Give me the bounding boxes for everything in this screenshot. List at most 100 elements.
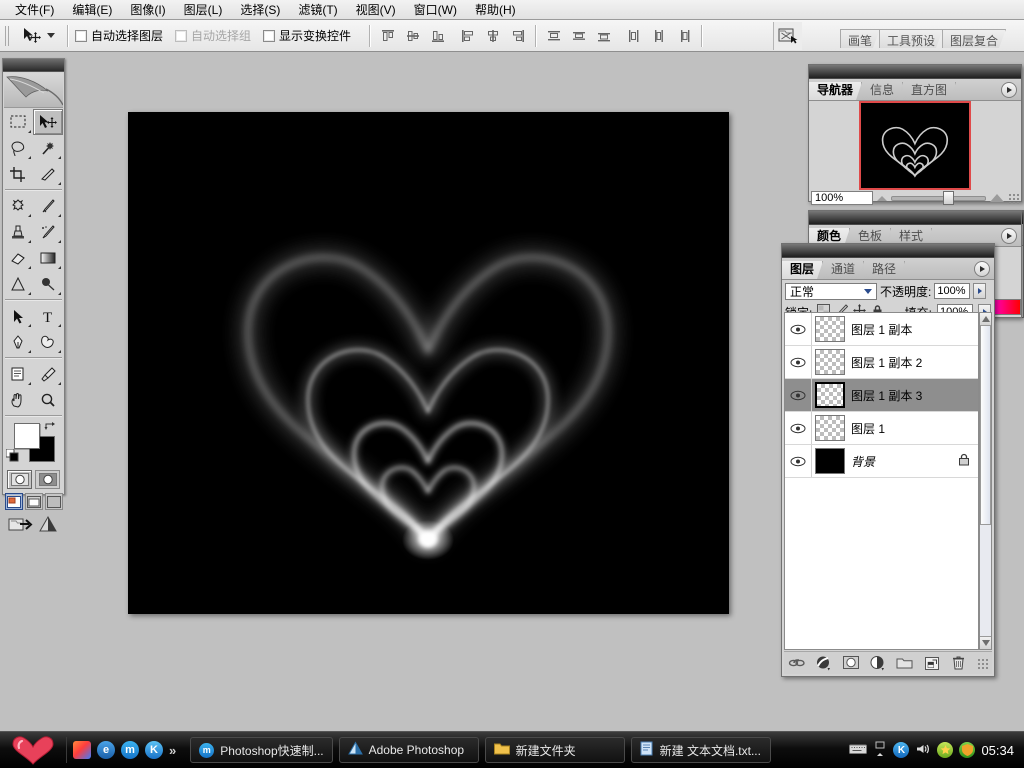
swap-colors-icon[interactable] — [44, 420, 56, 434]
menu-view[interactable]: 视图(V) — [347, 0, 405, 20]
custom-shape-tool-icon[interactable] — [33, 329, 63, 355]
blend-mode-select[interactable]: 正常 — [785, 282, 877, 300]
dodge-tool-icon[interactable] — [33, 271, 63, 297]
new-adjustment-layer-button[interactable] — [869, 654, 887, 672]
distribute-left-edges-icon[interactable] — [623, 25, 645, 47]
notes-tool-icon[interactable] — [3, 361, 33, 387]
file-browser-button[interactable] — [773, 22, 802, 50]
zoom-out-icon[interactable] — [877, 195, 887, 201]
volume-icon[interactable] — [915, 742, 931, 759]
layer-thumbnail[interactable] — [815, 415, 845, 441]
menu-image[interactable]: 图像(I) — [121, 0, 174, 20]
menu-file[interactable]: 文件(F) — [6, 0, 63, 20]
rectangular-marquee-tool-icon[interactable] — [3, 109, 33, 135]
hand-tool-icon[interactable] — [3, 387, 33, 413]
tool-preset-chevron-down-icon[interactable] — [47, 33, 55, 38]
layer-list-scrollbar[interactable] — [979, 312, 992, 650]
layer-name[interactable]: 图层 1 副本 3 — [851, 387, 978, 404]
magic-wand-tool-icon[interactable] — [33, 135, 63, 161]
pen-tool-icon[interactable] — [3, 329, 33, 355]
align-left-edges-icon[interactable] — [457, 25, 479, 47]
zoom-in-icon[interactable] — [990, 194, 1004, 202]
clone-stamp-tool-icon[interactable] — [3, 219, 33, 245]
shield-icon[interactable] — [959, 742, 976, 758]
heart-start-button[interactable] — [0, 732, 66, 768]
tab-info[interactable]: 信息 — [862, 82, 903, 100]
navigator-thumbnail[interactable] — [859, 101, 971, 190]
align-bottom-edges-icon[interactable] — [427, 25, 449, 47]
full-screen-mode-button[interactable] — [44, 493, 63, 510]
show-transform-controls-checkbox[interactable]: 显示变换控件 — [263, 27, 351, 44]
brush-tool-icon[interactable] — [33, 193, 63, 219]
jump-to-imageready-button[interactable] — [8, 515, 34, 538]
tab-layers[interactable]: 图层 — [782, 261, 823, 279]
palette-tab-tool-presets[interactable]: 工具预设 — [879, 29, 943, 48]
layer-thumbnail[interactable] — [815, 316, 845, 342]
menu-edit[interactable]: 编辑(E) — [63, 0, 121, 20]
task-button[interactable]: Adobe Photoshop — [338, 737, 479, 763]
layer-name[interactable]: 图层 1 副本 — [851, 321, 978, 338]
layer-name[interactable]: 背景 — [851, 453, 958, 470]
layer-visibility-eye-icon[interactable] — [785, 346, 812, 378]
layer-thumbnail[interactable] — [815, 382, 845, 408]
opacity-stepper[interactable] — [973, 283, 987, 299]
default-colors-icon[interactable] — [5, 448, 19, 465]
align-vertical-centers-icon[interactable] — [402, 25, 424, 47]
zoom-tool-icon[interactable] — [33, 387, 63, 413]
slice-tool-icon[interactable] — [33, 161, 63, 187]
new-layer-button[interactable]: ⬒ — [923, 654, 941, 672]
imageready-icon[interactable] — [38, 515, 60, 538]
add-layer-mask-button[interactable] — [842, 654, 860, 672]
table-row[interactable]: 图层 1 副本 2 — [785, 346, 978, 379]
table-row[interactable]: 背景 — [785, 445, 978, 478]
tab-navigator[interactable]: 导航器 — [809, 82, 862, 100]
maxthon-icon[interactable]: m — [121, 741, 139, 759]
menu-select[interactable]: 选择(S) — [231, 0, 289, 20]
tab-histogram[interactable]: 直方图 — [903, 82, 956, 100]
navigator-resize-grip[interactable] — [1008, 192, 1019, 204]
tab-paths[interactable]: 路径 — [864, 261, 905, 279]
palette-tab-brushes[interactable]: 画笔 — [840, 29, 880, 48]
layer-thumbnail[interactable] — [815, 448, 845, 474]
standard-screen-mode-button[interactable] — [4, 493, 23, 510]
distribute-horizontal-centers-icon[interactable] — [648, 25, 670, 47]
checkbox-box[interactable] — [75, 29, 87, 42]
lasso-tool-icon[interactable] — [3, 135, 33, 161]
navigator-preview-area[interactable] — [809, 101, 1021, 190]
expand-chevron-icon[interactable] — [873, 741, 887, 760]
zoom-slider-track[interactable] — [891, 195, 986, 201]
link-layers-button[interactable] — [788, 654, 806, 672]
menu-filter[interactable]: 滤镜(T) — [289, 0, 346, 20]
healing-brush-tool-icon[interactable] — [3, 193, 33, 219]
layers-panel-menu-icon[interactable] — [974, 261, 990, 277]
blur-tool-icon[interactable] — [3, 271, 33, 297]
table-row[interactable]: 图层 1 副本 — [785, 313, 978, 346]
keyboard-icon[interactable] — [849, 743, 868, 758]
full-screen-with-menubar-button[interactable] — [24, 493, 43, 510]
path-selection-tool-icon[interactable] — [3, 303, 33, 329]
distribute-vertical-centers-icon[interactable] — [568, 25, 590, 47]
eraser-tool-icon[interactable] — [3, 245, 33, 271]
task-button[interactable]: 新建文件夹 — [484, 737, 625, 763]
delete-layer-button[interactable] — [950, 654, 968, 672]
gradient-tool-icon[interactable] — [33, 245, 63, 271]
chevron-down-icon[interactable] — [864, 288, 872, 294]
history-brush-tool-icon[interactable] — [33, 219, 63, 245]
layers-title-bar[interactable] — [782, 244, 994, 258]
foreground-color-swatch[interactable] — [14, 423, 40, 449]
task-button[interactable]: 新建 文本文档.txt... — [630, 737, 771, 763]
current-tool-preview[interactable] — [14, 25, 61, 47]
color-panel-menu-icon[interactable] — [1001, 228, 1017, 244]
add-layer-style-button[interactable] — [815, 654, 833, 672]
move-tool-icon[interactable] — [33, 109, 63, 135]
show-desktop-icon[interactable] — [73, 741, 91, 759]
distribute-bottom-edges-icon[interactable] — [593, 25, 615, 47]
eyedropper-tool-icon[interactable] — [33, 361, 63, 387]
new-group-button[interactable] — [896, 654, 914, 672]
palette-tab-layer-comps[interactable]: 图层复合 — [942, 29, 1006, 48]
standard-mode-button[interactable] — [7, 470, 32, 489]
toolbox-title-bar[interactable] — [3, 59, 64, 72]
task-button[interactable]: m Photoshop快速制... — [190, 737, 333, 763]
layers-panel-resize-grip[interactable] — [976, 657, 988, 669]
options-bar-grip[interactable] — [2, 22, 11, 49]
